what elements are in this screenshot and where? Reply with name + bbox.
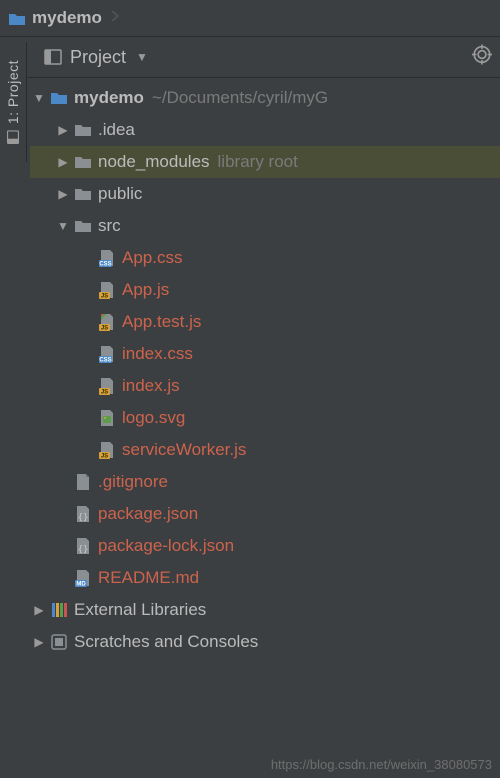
tree-item-node-modules[interactable]: ▶ node_modules library root (30, 146, 500, 178)
project-view-icon (44, 48, 62, 66)
tree-item-public[interactable]: ▶ public (30, 178, 500, 210)
chevron-right-icon (110, 8, 120, 28)
view-selector[interactable]: Project (70, 47, 126, 68)
folder-icon (72, 122, 94, 138)
project-view-icon (6, 130, 20, 144)
tool-window-tab-project[interactable]: 1: Project (0, 42, 27, 162)
tree-item-label: index.css (122, 344, 193, 364)
tree-item-logo-svg[interactable]: ▶ logo.svg (30, 402, 500, 434)
tree-item-label: package.json (98, 504, 198, 524)
tree-item-label: App.test.js (122, 312, 201, 332)
tree-item-label: public (98, 184, 142, 204)
chevron-right-icon[interactable]: ▶ (30, 603, 48, 617)
json-file-icon (72, 537, 94, 555)
folder-icon (72, 218, 94, 234)
tree-item-label: .idea (98, 120, 135, 140)
tree-root[interactable]: ▼ mydemo ~/Documents/cyril/myG (30, 82, 500, 114)
js-file-icon (96, 377, 118, 395)
js-file-icon (96, 441, 118, 459)
chevron-right-icon[interactable]: ▶ (54, 123, 72, 137)
scratch-icon (48, 633, 70, 651)
js-test-file-icon (96, 313, 118, 331)
js-file-icon (96, 281, 118, 299)
folder-icon (72, 154, 94, 170)
tool-window-tab-label: 1: Project (5, 60, 21, 124)
file-icon (72, 473, 94, 491)
chevron-down-icon[interactable]: ▼ (30, 91, 48, 105)
project-tree: ▼ mydemo ~/Documents/cyril/myG ▶ .idea ▶… (0, 78, 500, 778)
chevron-right-icon[interactable]: ▶ (30, 635, 48, 649)
tree-item-label: Scratches and Consoles (74, 632, 258, 652)
chevron-right-icon[interactable]: ▶ (54, 155, 72, 169)
tree-item-src[interactable]: ▼ src (30, 210, 500, 242)
tree-item-idea[interactable]: ▶ .idea (30, 114, 500, 146)
folder-icon (48, 90, 70, 106)
tree-item-scratches[interactable]: ▶ Scratches and Consoles (30, 626, 500, 658)
tree-item-label: serviceWorker.js (122, 440, 246, 460)
tree-item-label: .gitignore (98, 472, 168, 492)
tree-item-app-test-js[interactable]: ▶ App.test.js (30, 306, 500, 338)
image-file-icon (96, 409, 118, 427)
tree-item-label: index.js (122, 376, 180, 396)
tree-item-label: App.js (122, 280, 169, 300)
tree-item-label: External Libraries (74, 600, 206, 620)
tree-item-external-libraries[interactable]: ▶ External Libraries (30, 594, 500, 626)
markdown-file-icon (72, 569, 94, 587)
tree-item-hint: library root (218, 152, 298, 172)
watermark: https://blog.csdn.net/weixin_38080573 (271, 757, 492, 772)
tree-item-label: package-lock.json (98, 536, 234, 556)
tree-item-index-css[interactable]: ▶ index.css (30, 338, 500, 370)
tree-item-label: README.md (98, 568, 199, 588)
folder-icon (72, 186, 94, 202)
library-icon (48, 601, 70, 619)
breadcrumb: mydemo (0, 0, 500, 37)
chevron-right-icon[interactable]: ▶ (54, 187, 72, 201)
tree-item-readme-md[interactable]: ▶ README.md (30, 562, 500, 594)
folder-icon (8, 11, 26, 26)
tree-item-package-lock-json[interactable]: ▶ package-lock.json (30, 530, 500, 562)
target-icon[interactable] (472, 45, 492, 70)
css-file-icon (96, 345, 118, 363)
css-file-icon (96, 249, 118, 267)
json-file-icon (72, 505, 94, 523)
breadcrumb-project-name[interactable]: mydemo (32, 8, 102, 28)
tree-item-gitignore[interactable]: ▶ .gitignore (30, 466, 500, 498)
tree-item-service-worker-js[interactable]: ▶ serviceWorker.js (30, 434, 500, 466)
tree-item-label: logo.svg (122, 408, 185, 428)
tree-item-label: node_modules (98, 152, 210, 172)
tree-item-index-js[interactable]: ▶ index.js (30, 370, 500, 402)
tree-item-hint: ~/Documents/cyril/myG (152, 88, 328, 108)
tree-item-label: mydemo (74, 88, 144, 108)
tree-item-label: App.css (122, 248, 182, 268)
tree-item-package-json[interactable]: ▶ package.json (30, 498, 500, 530)
chevron-down-icon[interactable]: ▼ (136, 50, 148, 64)
tree-item-label: src (98, 216, 121, 236)
project-toolbar: Project ▼ (0, 37, 500, 78)
tree-item-app-js[interactable]: ▶ App.js (30, 274, 500, 306)
tree-item-app-css[interactable]: ▶ App.css (30, 242, 500, 274)
chevron-down-icon[interactable]: ▼ (54, 219, 72, 233)
